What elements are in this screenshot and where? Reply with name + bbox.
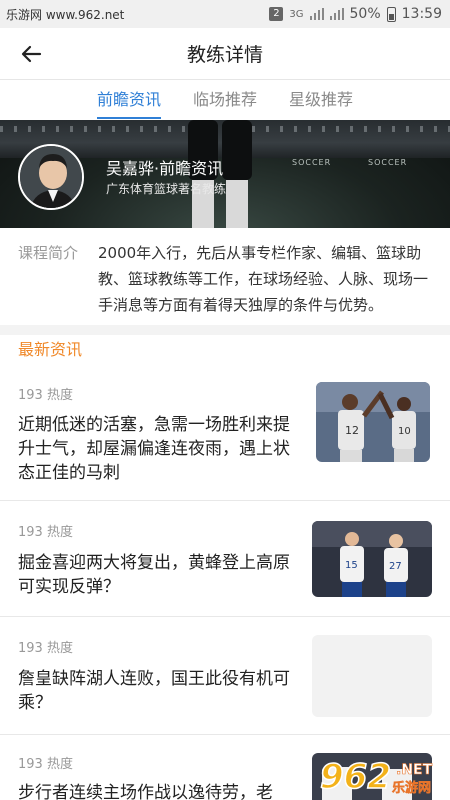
- news-title: 步行者连续主场作战以逸待劳，老: [18, 783, 273, 800]
- svg-text:乐游网: 乐游网: [392, 780, 431, 796]
- news-heat: 193 热度: [18, 757, 73, 772]
- news-title: 近期低迷的活塞，急需一场胜利来提升士气，却屋漏偏逢连夜雨，遇上状态正佳的马刺: [18, 415, 290, 483]
- clock: 13:59: [401, 6, 442, 22]
- section-divider: [0, 325, 450, 335]
- svg-text:962: 962: [320, 757, 391, 797]
- ad-board-text: SOCCER: [292, 158, 332, 167]
- news-heat: 193 热度: [18, 525, 73, 540]
- news-heat: 193 热度: [18, 388, 73, 403]
- course-intro: 课程简介 2000年入行，先后从事专栏作家、编辑、篮球助教、篮球教练等工作，在球…: [18, 240, 434, 318]
- site-logo-watermark: 962 .NET 乐游网: [318, 752, 442, 798]
- intro-text: 2000年入行，先后从事专栏作家、编辑、篮球助教、篮球教练等工作，在球场经验、人…: [98, 244, 429, 314]
- signal-2-icon: [329, 8, 344, 20]
- svg-text:12: 12: [345, 424, 359, 437]
- intro-label: 课程简介: [18, 244, 79, 262]
- svg-text:27: 27: [389, 561, 402, 572]
- signal-icon: [309, 8, 324, 20]
- svg-text:.NET: .NET: [396, 762, 433, 778]
- news-thumbnail-placeholder: [312, 635, 432, 717]
- news-title: 掘金喜迎两大将复出，黄蜂登上高原可实现反弹？: [18, 553, 290, 597]
- news-thumbnail: 15 27: [312, 521, 432, 597]
- coach-avatar: [18, 144, 84, 210]
- ad-board-text-2: SOCCER: [368, 158, 408, 167]
- tab-live-recommend[interactable]: 临场推荐: [193, 86, 257, 114]
- news-section-title: 最新资讯: [18, 340, 83, 359]
- news-item[interactable]: 193 热度 詹皇缺阵湖人连败，国王此役有机可乘？: [0, 617, 450, 735]
- news-item[interactable]: 193 热度 近期低迷的活塞，急需一场胜利来提升士气，却屋漏偏逢连夜雨，遇上状态…: [0, 365, 450, 501]
- page-title: 教练详情: [186, 44, 263, 66]
- coach-name: 吴嘉骅·前瞻资讯: [106, 159, 224, 178]
- tab-bar: 前瞻资讯 临场推荐 星级推荐: [0, 80, 450, 120]
- notification-count-icon: 2: [269, 7, 284, 21]
- nav-bar: 教练详情: [0, 28, 450, 80]
- watermark-text: 乐游网 www.962.net: [6, 7, 125, 22]
- battery-percent: 50%: [349, 6, 381, 22]
- tab-star-recommend[interactable]: 星级推荐: [289, 86, 353, 114]
- tab-preview-news[interactable]: 前瞻资讯: [96, 86, 161, 119]
- svg-text:10: 10: [398, 426, 411, 437]
- news-title: 詹皇缺阵湖人连败，国王此役有机可乘？: [18, 669, 290, 713]
- battery-icon: [386, 6, 396, 22]
- svg-text:15: 15: [345, 560, 358, 571]
- network-type: 3G: [289, 8, 304, 20]
- status-bar: 乐游网 www.962.net 2 3G 50% 13:59: [0, 0, 450, 28]
- news-item[interactable]: 193 热度 掘金喜迎两大将复出，黄蜂登上高原可实现反弹？ 15 27: [0, 501, 450, 617]
- back-arrow-icon[interactable]: [18, 40, 46, 68]
- news-thumbnail: 12 10: [316, 382, 430, 462]
- news-heat: 193 热度: [18, 641, 73, 656]
- coach-description: 广东体育篮球著名教练: [106, 182, 227, 196]
